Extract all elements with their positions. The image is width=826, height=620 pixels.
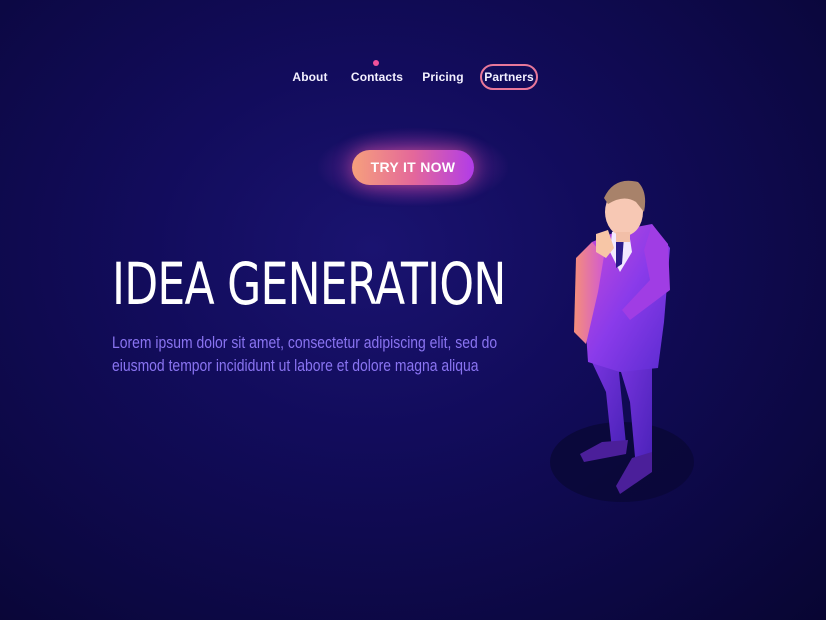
hero-description: Lorem ipsum dolor sit amet, consectetur …	[112, 333, 498, 375]
nav-contacts[interactable]: Contacts	[350, 64, 404, 90]
hero-title: IDEA GENERATION	[112, 250, 506, 318]
nav-partners[interactable]: Partners	[480, 64, 538, 90]
businessman-illustration	[550, 180, 694, 502]
active-indicator-dot	[373, 60, 379, 66]
nav-about[interactable]: About	[288, 64, 332, 90]
top-navigation: About Contacts Pricing Partners	[0, 64, 826, 92]
nav-pricing[interactable]: Pricing	[420, 64, 466, 90]
try-it-now-button[interactable]: TRY IT NOW	[352, 150, 474, 185]
